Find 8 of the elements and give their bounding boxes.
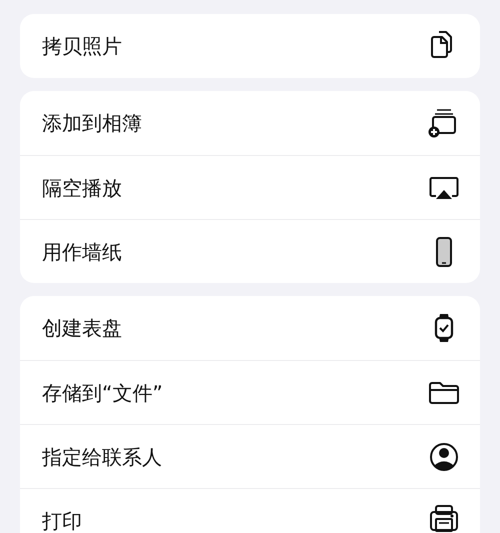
menu-item[interactable]: 用作墙纸 xyxy=(20,219,480,283)
menu-item[interactable]: 创建表盘 xyxy=(20,296,480,360)
menu-item[interactable]: 隔空播放 xyxy=(20,155,480,219)
menu-item[interactable]: 打印 xyxy=(20,488,480,533)
menu-item[interactable]: 存储到“文件” xyxy=(20,360,480,424)
menu-item[interactable]: 拷贝照片 xyxy=(20,14,480,78)
menu-item[interactable]: 指定给联系人 xyxy=(20,424,480,488)
menu-item[interactable]: 添加到相簿 xyxy=(20,91,480,155)
